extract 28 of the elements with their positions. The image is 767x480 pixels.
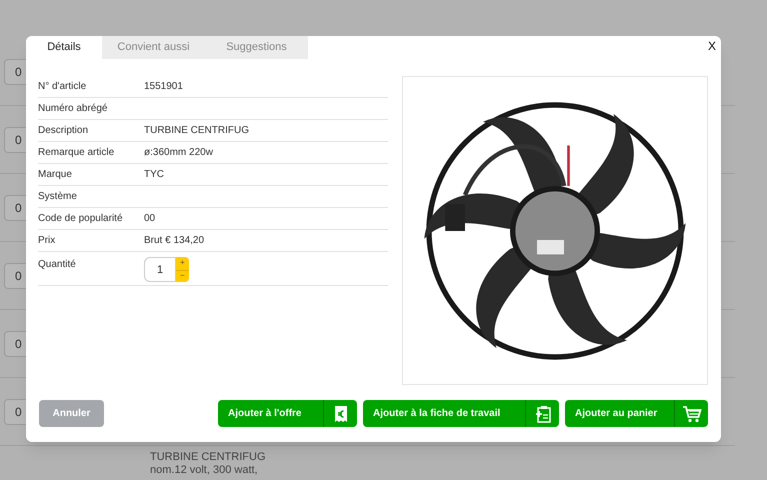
field-label: Quantité — [38, 258, 77, 272]
description-text: TURBINE CENTRIFUG — [150, 451, 266, 464]
cart-icon — [682, 404, 702, 422]
increment-button[interactable]: + — [176, 257, 189, 270]
field-label: Marque — [38, 168, 73, 182]
field-label: Code de popularité — [38, 212, 124, 226]
field-label: Système — [38, 190, 78, 204]
field-value: Brut € 134,20 — [144, 234, 204, 248]
field-label: N° d'article — [38, 80, 88, 94]
field-value: ø:360mm 220w — [144, 146, 213, 160]
description-text: nom.12 volt, 300 watt, — [150, 464, 259, 477]
add-button[interactable]: Ajouter au panier — [565, 400, 708, 427]
quantity-input[interactable]: 1 — [144, 257, 176, 282]
field-label: Numéro abrégé — [38, 102, 108, 116]
field-value: 00 — [144, 212, 156, 226]
field-value: TYC — [144, 168, 164, 182]
add-button[interactable]: Ajouter à l'offre — [218, 400, 357, 427]
add-button[interactable]: Ajouter à la fiche de travail — [363, 400, 559, 427]
clipboard-plus-icon — [534, 404, 552, 422]
field-label: Description — [38, 124, 90, 138]
field-value: 1551901 — [144, 80, 183, 94]
field-label: Prix — [38, 234, 56, 248]
euro-receipt-icon — [332, 404, 348, 422]
tab[interactable]: Détails — [26, 36, 102, 59]
decrement-button[interactable]: − — [176, 270, 189, 282]
field-value: TURBINE CENTRIFUG — [144, 124, 249, 138]
field-label: Remarque article — [38, 146, 116, 160]
close-button[interactable]: X — [708, 37, 716, 55]
